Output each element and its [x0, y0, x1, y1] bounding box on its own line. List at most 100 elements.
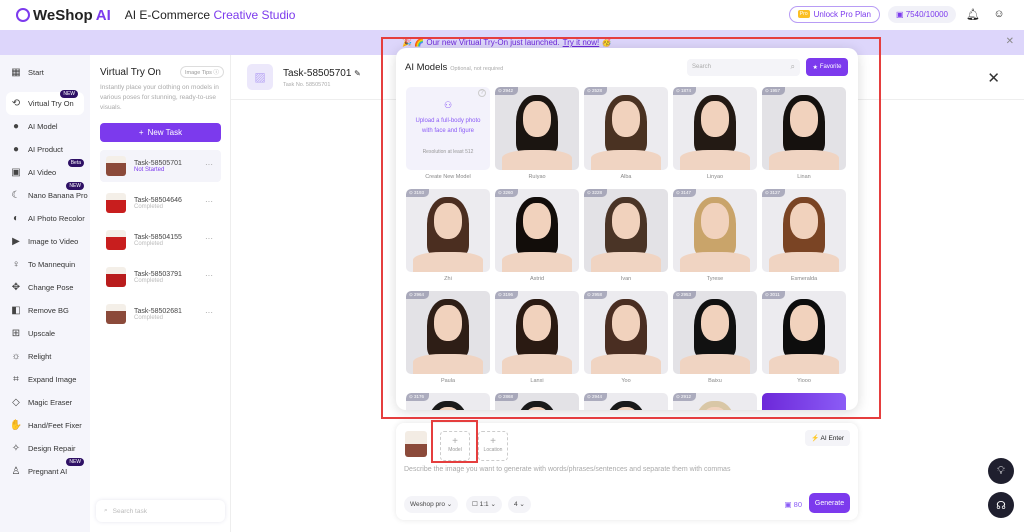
- model-name: Tyrese: [706, 276, 724, 282]
- task-number: Task No. 58505701: [283, 82, 331, 88]
- sidebar-item-virtual-try-on[interactable]: ⟲ Virtual Try On NEW: [6, 90, 84, 115]
- sidebar-item-nano-banana-pro[interactable]: ☾ Nano Banana Pro NEW: [0, 182, 90, 207]
- model-card[interactable]: ⊙ 2958 Yoo: [584, 291, 668, 393]
- model-photo: ⊙ 2528: [584, 87, 668, 170]
- sidebar-item-icon: ⊞: [11, 328, 21, 339]
- sidebar-item-start[interactable]: ▦ Start: [0, 61, 90, 84]
- more-icon[interactable]: ···: [205, 160, 213, 169]
- avatar-icon[interactable]: ☺: [990, 5, 1008, 23]
- sidebar-item-change-pose[interactable]: ✥ Change Pose: [0, 276, 90, 299]
- new-task-button[interactable]: + New Task: [100, 123, 221, 142]
- task-item[interactable]: Task-58504155 Completed ···: [100, 224, 221, 256]
- search-icon: ⌕: [104, 507, 108, 514]
- task-item[interactable]: Task-58503791 Completed ···: [100, 261, 221, 293]
- model-card[interactable]: ⊙ 3228 Ivan: [584, 189, 668, 291]
- model-card[interactable]: ⊙ 2912: [673, 393, 757, 410]
- more-icon[interactable]: ···: [205, 234, 213, 243]
- task-item[interactable]: Task-58505701 Not Started ···: [100, 150, 221, 182]
- model-card[interactable]: ⊙ 2964 Paula: [406, 291, 490, 393]
- sidebar-item-expand-image[interactable]: ⌗ Expand Image: [0, 368, 90, 391]
- model-photo: ⊙ 3260: [495, 189, 579, 272]
- model-card[interactable]: ⊙ 1874 Linyao: [673, 87, 757, 189]
- favorite-button[interactable]: ★ Favorite: [806, 58, 848, 76]
- model-card[interactable]: ⊙ 3176: [406, 393, 490, 410]
- model-card[interactable]: ⊙ 2953 Baixu: [673, 291, 757, 393]
- weshop-logo[interactable]: WeShop AI: [16, 7, 111, 24]
- usage-count: ⊙ 3193: [406, 189, 430, 197]
- credits-badge[interactable]: ▣ 7540/10000: [887, 5, 956, 23]
- search-placeholder: Search task: [112, 507, 147, 515]
- model-card[interactable]: ⊙ 1957 Linan: [762, 87, 846, 189]
- sidebar-item-magic-eraser[interactable]: ◇ Magic Eraser: [0, 391, 90, 414]
- task-item[interactable]: Task-58502681 Completed ···: [100, 298, 221, 330]
- top-header: WeShop AI AI E-Commerce Creative Studio P…: [0, 0, 1024, 30]
- help-icon[interactable]: ?: [478, 89, 486, 97]
- model-card[interactable]: ⊙ 2944: [584, 393, 668, 410]
- sidebar-item-label: Start: [28, 68, 44, 77]
- search-task-input[interactable]: ⌕ Search task: [96, 500, 225, 522]
- model-card[interactable]: ⊙ 3193 Zhi: [406, 189, 490, 291]
- sidebar-item-ai-photo-recolor[interactable]: ◐ AI Photo Recolor: [0, 207, 90, 230]
- favorite-label: Favorite: [819, 64, 842, 70]
- create-new-model-card[interactable]: ? ⚇ Upload a full-body photo with face and…: [406, 87, 490, 189]
- prompt-input[interactable]: Describe the image you want to generate …: [404, 466, 730, 473]
- task-item[interactable]: Task-58504646 Completed ···: [100, 187, 221, 219]
- sidebar-item-image-to-video[interactable]: ▶ Image to Video: [0, 230, 90, 253]
- more-icon[interactable]: ···: [205, 308, 213, 317]
- more-icon[interactable]: ···: [205, 271, 213, 280]
- sidebar-item-hand-feet-fixer[interactable]: ✋ Hand/Feet Fixer: [0, 414, 90, 437]
- usage-count: ⊙ 2944: [584, 393, 608, 401]
- model-photo: ⊙ 3196: [495, 291, 579, 374]
- sidebar-item-pregnant-ai[interactable]: ♙ Pregnant AI NEW: [0, 458, 90, 483]
- task-name: Task-58503791: [134, 270, 182, 278]
- sidebar-item-ai-video[interactable]: ▣ AI Video Beta: [0, 159, 90, 184]
- bell-icon[interactable]: 🔔︎: [964, 5, 982, 23]
- sidebar-item-upscale[interactable]: ⊞ Upscale: [0, 322, 90, 345]
- model-card[interactable]: ⊙ 2528 Alba: [584, 87, 668, 189]
- sidebar-item-ai-product[interactable]: ● AI Product: [0, 138, 90, 161]
- model-card-promo[interactable]: [762, 393, 846, 410]
- sidebar-item-design-repair[interactable]: ✧ Design Repair: [0, 437, 90, 460]
- support-icon[interactable]: ☊: [988, 492, 1014, 518]
- model-card[interactable]: ⊙ 3147 Tyrese: [673, 189, 757, 291]
- sidebar-item-to-mannequin[interactable]: ♀ To Mannequin: [0, 253, 90, 276]
- sidebar-item-relight[interactable]: ☼ Relight: [0, 345, 90, 368]
- sidebar-item-ai-model[interactable]: ● AI Model: [0, 115, 90, 138]
- close-icon[interactable]: ✕: [987, 69, 1000, 87]
- model-card[interactable]: ⊙ 3196 Lanxi: [495, 291, 579, 393]
- usage-count-value: 2958: [592, 292, 603, 297]
- usage-count-value: 2912: [681, 394, 692, 399]
- ai-enter-button[interactable]: ⚡ AI Enter: [804, 430, 850, 446]
- model-slot-label: Model: [448, 447, 462, 453]
- unlock-pro-button[interactable]: Pro Unlock Pro Plan: [788, 5, 880, 23]
- sidebar-item-icon: ✋: [9, 420, 23, 431]
- model-card[interactable]: ⊙ 3011 Yiooo: [762, 291, 846, 393]
- ai-enter-label: AI Enter: [820, 435, 844, 442]
- location-slot-button[interactable]: + Location: [478, 431, 508, 461]
- usage-count-value: 3127: [770, 190, 781, 195]
- banner-close-icon[interactable]: ✕: [1006, 36, 1014, 47]
- model-card[interactable]: ⊙ 2942 Ruiyao: [495, 87, 579, 189]
- image-tips-button[interactable]: Image Tips ⓘ: [180, 66, 224, 78]
- more-icon[interactable]: ···: [205, 197, 213, 206]
- sidebar-item-remove-bg[interactable]: ◧ Remove BG: [0, 299, 90, 322]
- engine-select[interactable]: Weshop pro ⌄: [404, 496, 459, 513]
- banner-link[interactable]: Try it now!: [563, 38, 600, 47]
- generate-button[interactable]: Generate: [809, 493, 850, 513]
- model-slot-button[interactable]: + Model: [440, 431, 470, 461]
- ratio-select[interactable]: ☐ 1:1 ⌄: [466, 496, 502, 513]
- sidebar-item-icon: ●: [12, 121, 20, 132]
- lightbulb-icon[interactable]: 💡︎: [988, 458, 1014, 484]
- model-card[interactable]: ⊙ 3127 Esmeralda: [762, 189, 846, 291]
- sidebar-item-label: Design Repair: [28, 444, 76, 453]
- sidebar-item-label: Hand/Feet Fixer: [28, 421, 82, 430]
- edit-icon[interactable]: ✎: [354, 69, 361, 78]
- model-search-input[interactable]: Search ⌕: [687, 59, 800, 76]
- model-card[interactable]: ⊙ 2868: [495, 393, 579, 410]
- model-name: Lanxi: [530, 378, 544, 384]
- garment-thumbnail[interactable]: [405, 431, 427, 457]
- count-select[interactable]: 4 ⌄: [508, 496, 531, 513]
- task-status: Completed: [134, 277, 164, 284]
- model-name: Zhi: [444, 276, 452, 282]
- model-card[interactable]: ⊙ 3260 Astrid: [495, 189, 579, 291]
